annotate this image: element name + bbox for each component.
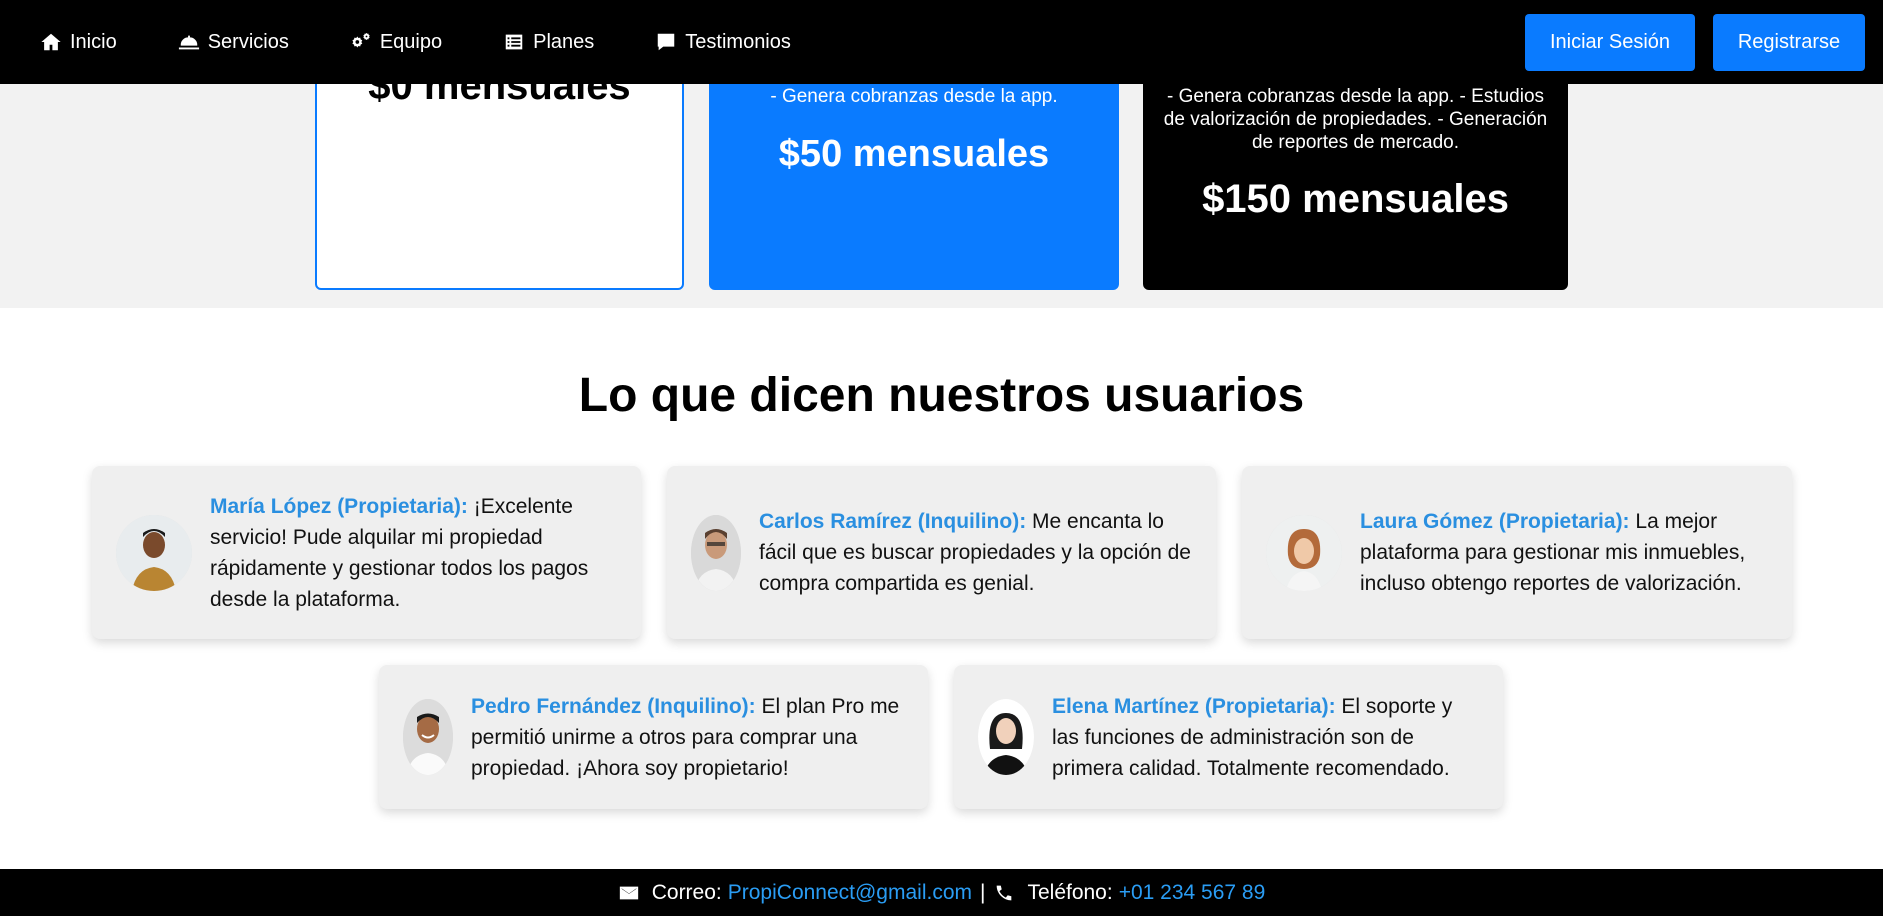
testimonial-text: Pedro Fernández (Inquilino): El plan Pro…: [471, 691, 904, 784]
email-label: Correo:: [651, 880, 722, 904]
footer: Correo: PropiConnect@gmail.com | Teléfon…: [0, 869, 1883, 916]
plan-price: $50 mensuales: [778, 133, 1050, 175]
testimonial-author: Carlos Ramírez (Inquilino):: [759, 510, 1027, 533]
footer-phone: Teléfono: +01 234 567 89: [993, 881, 1265, 905]
register-button[interactable]: Registrarse: [1713, 14, 1865, 71]
testimonial-text: Laura Gómez (Propietaria): La mejor plat…: [1360, 506, 1768, 599]
testimonial-author: Laura Gómez (Propietaria):: [1360, 510, 1630, 533]
testimonial-author: María López (Propietaria):: [210, 494, 468, 518]
nav-item-label: Inicio: [70, 30, 117, 53]
avatar: [691, 514, 741, 591]
testimonial-card: Laura Gómez (Propietaria): La mejor plat…: [1242, 466, 1792, 639]
testimonial-card: Elena Martínez (Propietaria): El soporte…: [954, 665, 1503, 809]
nav-item-label: Equipo: [379, 30, 443, 53]
comment-icon: [658, 33, 675, 51]
avatar: [403, 699, 453, 775]
testimonial-author: Pedro Fernández (Inquilino):: [471, 694, 756, 718]
plan-card-premium[interactable]: - Genera cobranzas desde la app. - Estud…: [1143, 64, 1568, 290]
auth-actions: Iniciar Sesión Registrarse: [1525, 14, 1865, 71]
envelope-icon: [619, 886, 638, 899]
avatar: [978, 699, 1034, 775]
plan-price: $150 mensuales: [1202, 177, 1509, 221]
list-icon: [505, 34, 523, 50]
nav-item-equipo[interactable]: Equipo: [350, 31, 442, 54]
nav-item-label: Planes: [533, 30, 595, 53]
testimonial-card: Carlos Ramírez (Inquilino): Me encanta l…: [667, 466, 1216, 639]
nav-menu: Inicio Servicios Equipo Planes Testimoni…: [40, 31, 852, 54]
section-title: Lo que dicen nuestros usuarios: [578, 369, 1305, 422]
email-link[interactable]: PropiConnect@gmail.com: [728, 881, 972, 905]
avatar: [116, 514, 192, 591]
gears-icon: [352, 32, 370, 48]
footer-email: Correo: PropiConnect@gmail.com: [618, 881, 972, 905]
nav-item-planes[interactable]: Planes: [503, 31, 594, 54]
testimonial-card: María López (Propietaria): ¡Excelente se…: [92, 466, 641, 639]
testimonial-card: Pedro Fernández (Inquilino): El plan Pro…: [379, 665, 928, 809]
login-button[interactable]: Iniciar Sesión: [1525, 14, 1695, 71]
top-navbar: Inicio Servicios Equipo Planes Testimoni…: [0, 0, 1883, 84]
nav-item-label: Servicios: [207, 30, 289, 53]
nav-item-servicios[interactable]: Servicios: [178, 31, 289, 54]
footer-separator: |: [980, 880, 986, 904]
plan-card-pro[interactable]: - Genera cobranzas desde la app. $50 men…: [709, 64, 1119, 290]
nav-item-label: Testimonios: [685, 30, 791, 53]
testimonial-author: Elena Martínez (Propietaria):: [1052, 694, 1336, 718]
pricing-section: $0 mensuales - Genera cobranzas desde la…: [0, 64, 1883, 308]
testimonial-text: Carlos Ramírez (Inquilino): Me encanta l…: [759, 506, 1192, 599]
phone-link[interactable]: +01 234 567 89: [1119, 881, 1266, 905]
avatar: [1266, 514, 1342, 591]
home-icon: [41, 33, 61, 51]
phone-icon: [997, 885, 1012, 900]
nav-item-testimonios[interactable]: Testimonios: [655, 31, 791, 54]
plan-card-basic[interactable]: $0 mensuales: [315, 64, 684, 290]
plan-features: - Genera cobranzas desde la app.: [770, 86, 1058, 107]
phone-label: Teléfono:: [1027, 880, 1113, 904]
nav-item-inicio[interactable]: Inicio: [40, 31, 117, 54]
testimonial-text: Elena Martínez (Propietaria): El soporte…: [1052, 691, 1479, 784]
bell-icon: [178, 35, 199, 50]
plan-features: - Genera cobranzas desde la app. - Estud…: [1163, 86, 1548, 153]
testimonial-text: María López (Propietaria): ¡Excelente se…: [210, 491, 617, 615]
